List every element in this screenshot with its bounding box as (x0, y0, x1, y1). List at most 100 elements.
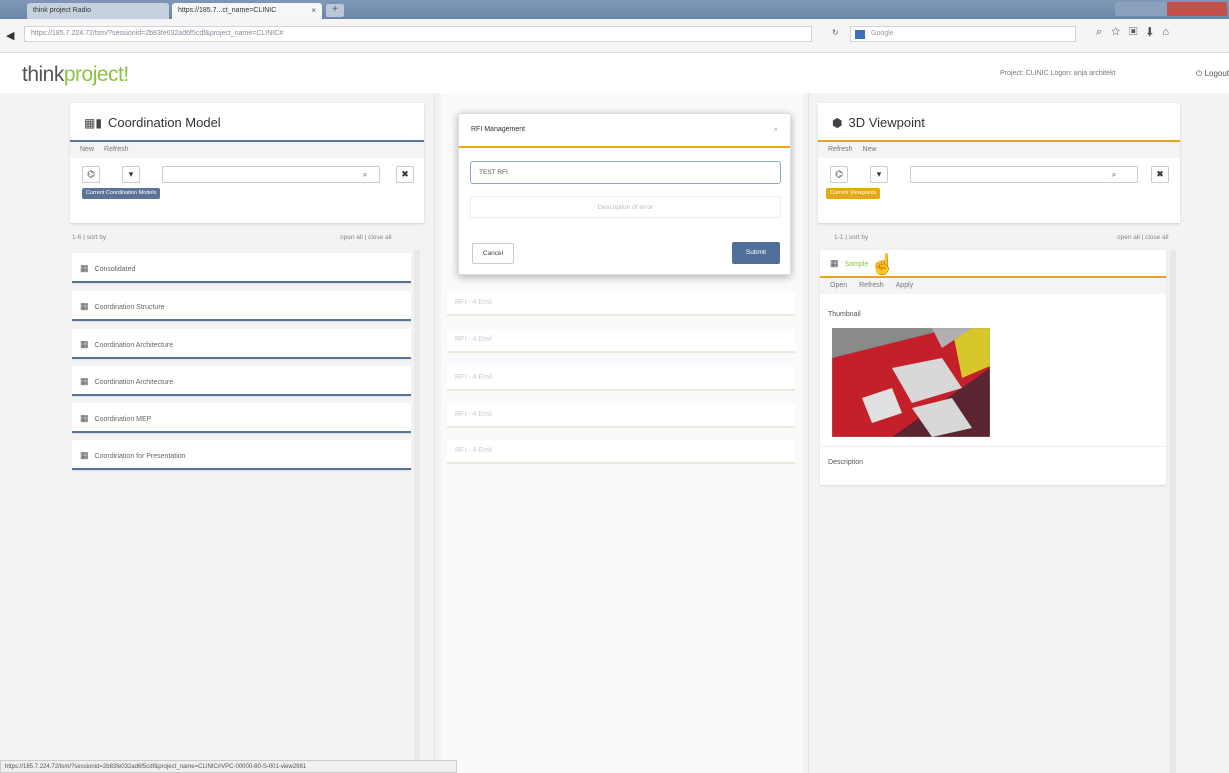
item-label: RFI - 4 Emil (455, 411, 492, 418)
viewpoint-panel: ⬢ 3D Viewpoint Refresh New ⌬ ▾ ⌕ ✖ Current… (818, 103, 1180, 223)
open-close-all[interactable]: open all | close all (340, 234, 392, 241)
grid-icon: ▦ (80, 450, 89, 460)
viewpoint-column: ⬢ 3D Viewpoint Refresh New ⌬ ▾ ⌕ ✖ Current… (814, 93, 1184, 773)
submit-button[interactable]: Submit (732, 242, 780, 264)
new-button[interactable]: New (80, 146, 94, 153)
status-bar: https://185.7.224.72/tsm/?sessionid=2b83… (0, 760, 457, 773)
toolbar-icons[interactable]: ⌕☆▣⬇⌂ (1096, 26, 1178, 39)
logo[interactable]: thinkproject! (22, 63, 129, 87)
list-item[interactable]: ▦ Coordination Architecture (72, 329, 411, 359)
panel-tools: ⌬ ▾ ⌕ ✖ Current Coordination Models (70, 158, 424, 199)
logout-link[interactable]: ⏻ Logout (1196, 69, 1229, 79)
list-item[interactable]: ▦ Coordination Structure (72, 291, 411, 321)
list-item[interactable]: RFI - 4 Emil (447, 367, 795, 391)
browser-tab-2[interactable]: https://185.7...ct_name=CLINIC × (172, 3, 322, 19)
refresh-button[interactable]: Refresh (859, 282, 884, 289)
thumbnail-label: Thumbnail (828, 311, 861, 318)
logout-label: Logout (1204, 69, 1229, 78)
item-label: Consolidated (94, 266, 136, 273)
item-label: Coordination MEP (94, 416, 152, 423)
reload-icon[interactable]: ↻ (832, 28, 839, 37)
coordination-model-column: ▦▮ Coordination Model New Refresh ⌬ ▾ ⌕ ✖ … (66, 93, 427, 773)
open-close-all[interactable]: open all | close all (1117, 234, 1169, 241)
clear-icon[interactable]: ✖ (396, 166, 414, 183)
logo-think: think (22, 63, 64, 86)
cancel-button[interactable]: Cancel (472, 243, 514, 264)
tab-title: https://185.7...ct_name=CLINIC (178, 7, 277, 14)
search-icon[interactable]: ⌕ (358, 166, 372, 183)
tab-close-icon[interactable]: × (311, 6, 316, 15)
grid-icon: ▦ (830, 258, 839, 268)
refresh-button[interactable]: Refresh (104, 146, 129, 153)
scrollbar[interactable] (1170, 250, 1176, 773)
tab-title: think project Radio (33, 7, 91, 14)
window-minimize-button[interactable] (1115, 2, 1167, 16)
browser-tab-1[interactable]: think project Radio (27, 3, 169, 19)
list-item[interactable]: RFI - 4 Emil (447, 329, 795, 353)
glasses-icon[interactable]: ⌬ (830, 166, 848, 183)
new-button[interactable]: New (863, 146, 877, 153)
list-item[interactable]: ▦ Coordination for Presentation (72, 440, 411, 470)
filter-chip[interactable]: Current Coordination Models (82, 188, 161, 199)
list-item[interactable]: ▦ Consolidated (72, 253, 411, 283)
search-input[interactable] (162, 166, 380, 183)
new-tab-button[interactable]: + (326, 4, 344, 17)
list-item[interactable]: RFI - 4 Emil (447, 404, 795, 428)
panel-title: 3D Viewpoint (848, 115, 925, 130)
viewpoint-detail: ▦ Sample Open Refresh Apply Thumbnail Descr… (820, 250, 1166, 485)
glasses-icon[interactable]: ⌬ (82, 166, 100, 183)
buildings-icon: ▦▮ (84, 116, 102, 130)
cube-icon: ⬢ (832, 116, 843, 130)
list-item[interactable]: ▦ Coordination Architecture (72, 366, 411, 396)
thumbnail-image[interactable] (832, 328, 990, 437)
description-label: Description (828, 459, 864, 466)
item-label: RFI - 4 Emil (455, 374, 492, 381)
search-placeholder: Google (871, 30, 894, 37)
close-icon[interactable]: × (773, 125, 778, 134)
item-label: Sample (844, 261, 869, 268)
filter-icon[interactable]: ▾ (122, 166, 140, 183)
hand-cursor-icon: ☝ (870, 254, 895, 276)
list-item[interactable]: RFI - 4 Emil (447, 440, 795, 464)
grid-icon: ▦ (80, 376, 89, 386)
apply-button[interactable]: Apply (896, 282, 914, 289)
item-label: Coordination Structure (94, 304, 165, 311)
list-item[interactable]: ▦ Coordination MEP (72, 403, 411, 433)
open-button[interactable]: Open (830, 282, 847, 289)
grid-icon: ▦ (80, 301, 89, 311)
filter-icon[interactable]: ▾ (870, 166, 888, 183)
clear-icon[interactable]: ✖ (1151, 166, 1169, 183)
item-label: RFI - 4 Emil (455, 336, 492, 343)
list-info[interactable]: 1-6 | sort by (72, 234, 106, 241)
item-label: Coordination for Presentation (94, 453, 186, 460)
browser-tab-bar: think project Radio https://185.7...ct_n… (0, 0, 1229, 19)
url-field[interactable]: https://185.7.224.72/tsm/?sessionid=2b83… (24, 26, 812, 42)
logo-project: project! (63, 63, 129, 86)
search-input[interactable] (910, 166, 1138, 183)
refresh-button[interactable]: Refresh (828, 146, 853, 153)
coordination-model-panel: ▦▮ Coordination Model New Refresh ⌬ ▾ ⌕ ✖ … (70, 103, 424, 223)
rfi-title-input[interactable]: TEST RFI (470, 161, 781, 184)
panel-header: ▦▮ Coordination Model (70, 103, 424, 142)
grid-icon: ▦ (80, 413, 89, 423)
item-label: Coordination Architecture (94, 342, 174, 349)
search-input[interactable]: Google (850, 26, 1076, 42)
back-arrow-icon[interactable]: ◀ (6, 29, 14, 42)
item-label: Coordination Architecture (94, 379, 174, 386)
detail-menu: Open Refresh Apply (820, 278, 1166, 294)
item-label: RFI - 4 Emil (455, 447, 492, 454)
list-info[interactable]: 1-1 | sort by (834, 234, 868, 241)
filter-chip[interactable]: Current Viewpoints (826, 188, 881, 199)
modal-header: RFI Management (459, 114, 790, 148)
site-header: thinkproject! Project: CLINIC Logon: anj… (0, 53, 1229, 93)
search-icon[interactable]: ⌕ (1107, 166, 1121, 183)
panel-menu: Refresh New (818, 142, 1180, 158)
divider (820, 446, 1166, 447)
window-close-button[interactable] (1167, 2, 1227, 16)
description-field[interactable]: Description of error (470, 196, 781, 218)
panel-header: ⬢ 3D Viewpoint (818, 103, 1180, 142)
scrollbar[interactable] (414, 250, 420, 773)
panel-tools: ⌬ ▾ ⌕ ✖ Current Viewpoints (818, 158, 1180, 199)
list-item[interactable]: RFI - 4 Emil (447, 292, 795, 316)
panel-title: Coordination Model (107, 115, 221, 130)
